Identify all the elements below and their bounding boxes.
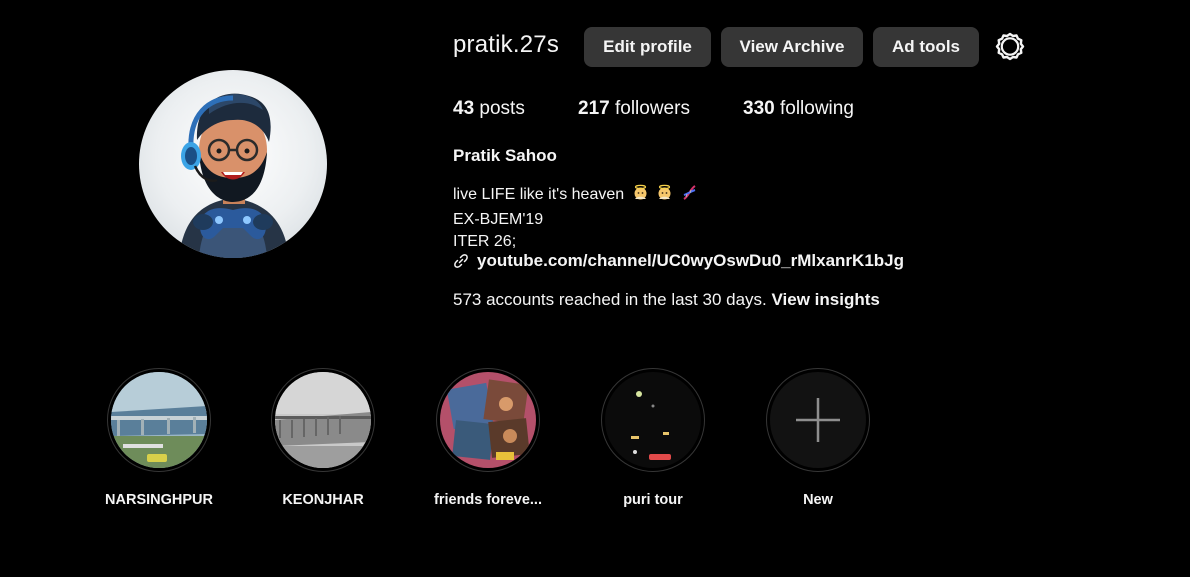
insights-text: 573 accounts reached in the last 30 days… [453, 290, 767, 309]
profile-bio: live LIFE like it's heaven EX-BJEM'19 IT… [453, 184, 698, 254]
highlight-label: KEONJHAR [282, 492, 364, 508]
link-icon [454, 254, 468, 268]
gear-icon[interactable] [994, 31, 1026, 63]
bio-line-1-text: live LIFE like it's heaven [453, 186, 625, 203]
cartoon-avatar-image [179, 93, 289, 258]
posts-count: 43 [453, 98, 475, 119]
posts-stat[interactable]: 43 posts [453, 98, 525, 120]
baby-angel-emoji [656, 184, 673, 209]
profile-full-name: Pratik Sahoo [453, 146, 557, 165]
ad-tools-button[interactable]: Ad tools [873, 27, 979, 67]
highlight-ring [107, 368, 211, 472]
highlight-label: NARSINGHPUR [105, 492, 213, 508]
highlight-friends[interactable]: friends foreve... [434, 368, 542, 508]
following-stat[interactable]: 330 following [743, 98, 854, 120]
highlight-cover-image [605, 372, 701, 468]
website-link-text[interactable]: youtube.com/channel/UC0wyOswDu0_rMlxanrK… [477, 251, 904, 271]
edit-profile-button[interactable]: Edit profile [584, 27, 711, 67]
bio-line-1: live LIFE like it's heaven [453, 184, 698, 209]
profile-page: pratik.27s Edit profile View Archive Ad … [0, 0, 1190, 577]
view-insights-link[interactable]: View insights [772, 290, 880, 309]
followers-count: 217 [578, 98, 610, 119]
view-archive-button[interactable]: View Archive [721, 27, 863, 67]
highlight-ring [601, 368, 705, 472]
highlight-narsinghpur[interactable]: NARSINGHPUR [105, 368, 213, 508]
new-highlight-circle [770, 372, 866, 468]
highlight-cover-image [440, 372, 536, 468]
highlight-ring [766, 368, 870, 472]
highlight-ring [271, 368, 375, 472]
plus-icon [796, 398, 840, 442]
followers-stat[interactable]: 217 followers [578, 98, 690, 120]
highlight-label: friends foreve... [434, 492, 542, 508]
followers-label: followers [614, 98, 690, 119]
highlight-cover-image [275, 372, 371, 468]
highlight-label: puri tour [623, 492, 683, 508]
highlight-ring [436, 368, 540, 472]
dna-emoji [681, 184, 698, 209]
baby-angel-emoji [632, 184, 649, 209]
highlight-label: New [803, 492, 833, 508]
new-highlight-button[interactable]: New [765, 368, 871, 508]
highlight-cover-image [111, 372, 207, 468]
profile-website-link[interactable]: youtube.com/channel/UC0wyOswDu0_rMlxanrK… [453, 251, 904, 271]
following-count: 330 [743, 98, 775, 119]
highlight-keonjhar[interactable]: KEONJHAR [270, 368, 376, 508]
following-label: following [779, 98, 854, 119]
posts-label: posts [479, 98, 525, 119]
profile-avatar[interactable] [139, 70, 327, 258]
insights-line: 573 accounts reached in the last 30 days… [453, 290, 880, 310]
bio-line-2: EX-BJEM'19 [453, 210, 544, 228]
highlight-puri-tour[interactable]: puri tour [600, 368, 706, 508]
profile-username: pratik.27s [453, 31, 560, 58]
